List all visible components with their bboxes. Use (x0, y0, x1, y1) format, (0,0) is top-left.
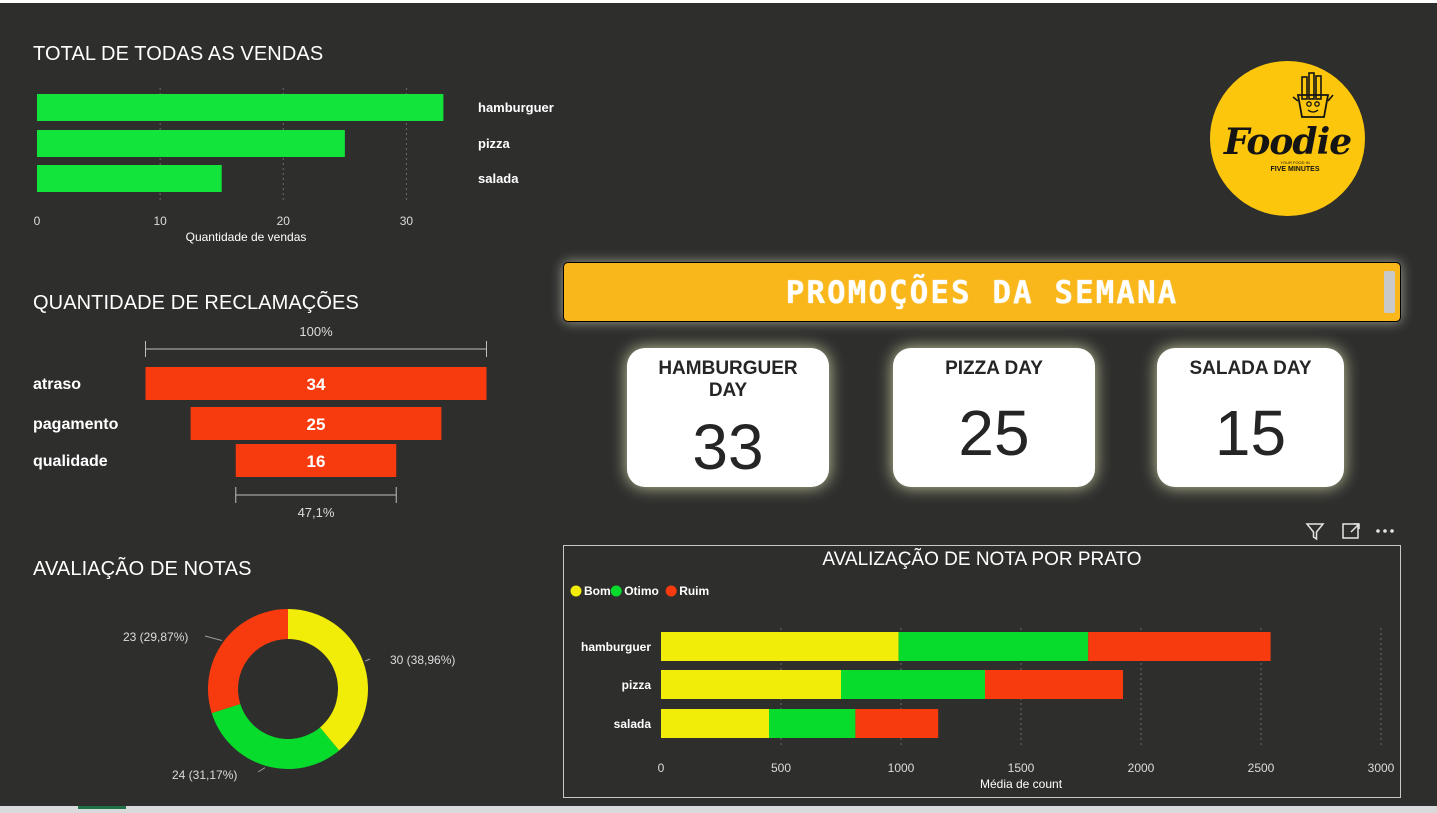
stacked-bar-salada-Bom (661, 709, 769, 738)
funnel-label-pagamento: pagamento (33, 416, 119, 433)
foodie-logo: Foodie YOUR FOOD IN FIVE MINUTES (1210, 61, 1365, 216)
card-label: PIZZA DAY (945, 358, 1043, 379)
stacked-bar-pizza-Bom (661, 670, 841, 699)
donut-leader-line (257, 767, 266, 773)
stacked-bar-hamburguer-Otimo (898, 632, 1089, 661)
visual-header (1305, 523, 1394, 541)
stacked-bar-hamburguer-Bom (661, 632, 899, 661)
donut-leader-line (204, 635, 222, 642)
card-label: HAMBURGUER DAY (658, 358, 798, 401)
category-label-pizza: pizza (478, 136, 511, 151)
stacked-bar-pizza-Ruim (985, 670, 1123, 699)
legend-label-Ruim: Ruim (679, 584, 709, 598)
x-tick-label: 0 (34, 214, 41, 228)
funnel-top-percent: 100% (299, 324, 333, 339)
x-tick-label: 30 (400, 214, 414, 228)
funnel-value-pagamento: 25 (307, 415, 326, 434)
stacked-bar-salada-Ruim (855, 709, 939, 738)
card-value: 25 (958, 397, 1030, 469)
x-tick-label: 1000 (888, 761, 915, 775)
legend-label-Bom: Bom (584, 584, 611, 598)
sales-bar-chart[interactable]: 0 10 20 30 hamburguer pizza salada Quantidade d… (0, 80, 554, 250)
dish-ratings-visual[interactable]: AVALIZAÇÃO DE NOTA POR PRATO Bom Otimo Ruim… (563, 545, 1401, 798)
promotions-banner-text: PROMOÇÕES DA SEMANA (785, 275, 1179, 311)
funnel-label-qualidade: qualidade (33, 453, 108, 470)
x-axis-title: Média de count (980, 777, 1063, 791)
dish-ratings-stacked-chart[interactable]: AVALIZAÇÃO DE NOTA POR PRATO Bom Otimo Ruim… (564, 546, 1400, 797)
banner-scrollbar[interactable] (1384, 271, 1395, 313)
stacked-chart-title: AVALIZAÇÃO DE NOTA POR PRATO (822, 548, 1141, 570)
fries-mascot-icon (1292, 72, 1334, 118)
window-top-edge (0, 0, 1437, 3)
card-label: SALADA DAY (1189, 358, 1312, 379)
sales-title: TOTAL DE TODAS AS VENDAS (33, 43, 324, 65)
x-tick-label: 3000 (1368, 761, 1395, 775)
funnel-value-qualidade: 16 (307, 452, 326, 471)
x-tick-label: 20 (277, 214, 291, 228)
legend-marker-Bom (570, 585, 582, 597)
x-tick-label: 2500 (1248, 761, 1275, 775)
donut-slice-2 (208, 609, 288, 714)
card-hamburguer-day[interactable]: HAMBURGUER DAY 33 (627, 348, 829, 487)
donut-data-label: 23 (29,87%) (123, 630, 188, 644)
ratings-donut-chart[interactable]: 30 (38,96%) 24 (31,17%) 23 (29,87%) (0, 585, 540, 805)
legend-marker-Otimo (610, 585, 622, 597)
logo-tagline-small: YOUR FOOD IN (1280, 160, 1310, 165)
x-tick-label: 0 (658, 761, 665, 775)
x-tick-label: 1500 (1008, 761, 1035, 775)
filter-icon[interactable] (1305, 523, 1325, 541)
focus-mode-icon[interactable] (1342, 523, 1360, 539)
donut-data-label: 30 (38,96%) (390, 653, 455, 667)
logo-tagline: FIVE MINUTES (1270, 166, 1320, 173)
stacked-bar-pizza-Otimo (841, 670, 985, 699)
category-label-salada: salada (614, 717, 652, 731)
card-value: 33 (692, 411, 764, 483)
bar-pizza (37, 130, 345, 157)
complaints-title: QUANTIDADE DE RECLAMAÇÕES (33, 292, 359, 314)
x-tick-label: 2000 (1128, 761, 1155, 775)
donut-slice-0 (288, 609, 369, 751)
category-label-hamburguer: hamburguer (581, 640, 651, 654)
x-axis-title: Quantidade de vendas (186, 230, 307, 244)
legend-label-Otimo: Otimo (624, 584, 659, 598)
funnel-label-atraso: atraso (33, 376, 81, 393)
page-tabs-bar (0, 806, 1437, 813)
funnel-value-atraso: 34 (307, 375, 326, 394)
ratings-title: AVALIAÇÃO DE NOTAS (33, 558, 252, 580)
legend-marker-Ruim (665, 585, 677, 597)
card-pizza-day[interactable]: PIZZA DAY 25 (893, 348, 1095, 487)
category-label-pizza: pizza (622, 678, 652, 692)
bar-salada (37, 165, 222, 192)
category-label-salada: salada (478, 171, 519, 186)
x-tick-label: 500 (771, 761, 791, 775)
card-value: 15 (1214, 397, 1287, 469)
donut-slice-1 (211, 704, 340, 769)
donut-leader-line (364, 658, 371, 662)
bar-hamburguer (37, 94, 444, 121)
more-options-icon[interactable] (1376, 529, 1394, 533)
stacked-bar-salada-Otimo (769, 709, 856, 738)
x-tick-label: 10 (153, 214, 167, 228)
logo-name: Foodie (1223, 121, 1352, 163)
donut-data-label: 24 (31,17%) (172, 768, 237, 782)
stacked-bar-hamburguer-Ruim (1088, 632, 1271, 661)
active-page-tab[interactable] (78, 806, 126, 809)
card-salada-day[interactable]: SALADA DAY 15 (1157, 348, 1344, 487)
complaints-funnel-chart[interactable]: 100% 34 atraso 25 pagamento 16 qualidade 47,1% (0, 320, 540, 520)
promotions-banner: PROMOÇÕES DA SEMANA (563, 262, 1401, 322)
category-label-hamburguer: hamburguer (478, 100, 554, 115)
funnel-bottom-percent: 47,1% (298, 505, 335, 520)
